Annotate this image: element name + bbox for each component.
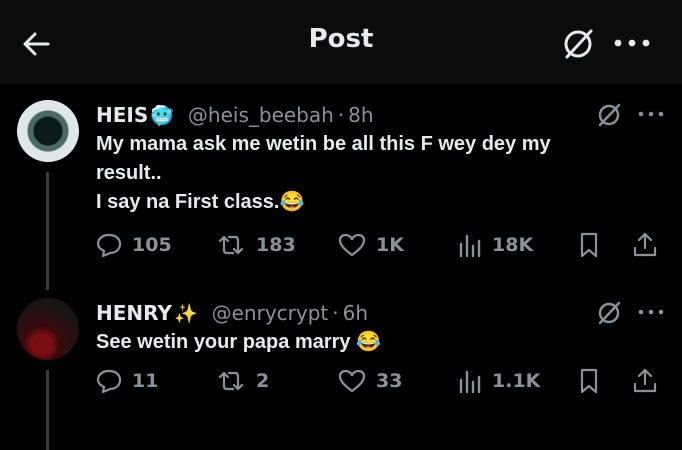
- handle[interactable]: @heis_beebah: [188, 103, 334, 127]
- tweet-text-line: My mama ask me wetin be all this F wey d…: [96, 133, 551, 155]
- views-icon: [459, 234, 481, 258]
- views-button[interactable]: 18K: [458, 229, 533, 261]
- separator: ·: [332, 301, 339, 325]
- share-button[interactable]: [632, 229, 668, 261]
- reply-button[interactable]: 105: [96, 229, 172, 261]
- tweet-actions: 105 183 1K 18K: [96, 229, 676, 261]
- top-bar: Post: [0, 0, 682, 84]
- repost-button[interactable]: 2: [216, 365, 269, 397]
- views-count: 1.1K: [492, 370, 541, 392]
- bookmark-icon: [580, 368, 598, 394]
- repost-button[interactable]: 183: [216, 229, 296, 261]
- views-icon: [459, 370, 481, 394]
- bookmark-button[interactable]: [578, 229, 610, 261]
- like-button[interactable]: 1K: [338, 229, 404, 261]
- tweet[interactable]: HENRY ✨ @enrycrypt · 6h See wetin your p…: [0, 294, 682, 450]
- heart-icon: [338, 233, 366, 257]
- avatar[interactable]: [17, 100, 79, 162]
- tweet-header: HENRY ✨ @enrycrypt · 6h: [96, 298, 368, 328]
- tweet-actions: 11 2 33 1.1K: [96, 365, 676, 397]
- like-count: 1K: [376, 234, 404, 256]
- tweet-text: See wetin your papa marry 😂: [96, 328, 656, 357]
- tweet-text: My mama ask me wetin be all this F wey d…: [96, 130, 656, 217]
- grok-icon[interactable]: [559, 25, 597, 63]
- separator: ·: [337, 103, 345, 127]
- more-options-icon[interactable]: [636, 106, 666, 122]
- grok-icon[interactable]: [594, 298, 624, 328]
- reply-icon: [96, 233, 122, 258]
- repost-count: 2: [256, 370, 270, 392]
- name-emoji: ✨: [173, 302, 198, 325]
- repost-icon: [218, 235, 244, 255]
- timestamp[interactable]: 6h: [343, 301, 368, 325]
- thread-line: [46, 172, 49, 290]
- thread-line: [46, 370, 49, 450]
- tweet-text-line: result..: [96, 162, 162, 184]
- grok-icon[interactable]: [594, 100, 624, 130]
- views-count: 18K: [492, 234, 534, 256]
- reply-count: 11: [132, 370, 159, 392]
- bookmark-icon: [580, 232, 598, 258]
- like-button[interactable]: 33: [338, 365, 402, 397]
- name-emoji: 🥶: [150, 104, 174, 127]
- heart-icon: [338, 369, 366, 393]
- display-name[interactable]: HENRY: [96, 301, 172, 325]
- repost-count: 183: [256, 234, 296, 256]
- display-name[interactable]: HEIS: [96, 103, 148, 127]
- more-options-icon[interactable]: [636, 304, 666, 320]
- views-button[interactable]: 1.1K: [458, 365, 540, 397]
- bookmark-button[interactable]: [578, 365, 610, 397]
- share-icon: [633, 232, 657, 257]
- tweet-text-line: See wetin your papa marry 😂: [96, 331, 381, 353]
- tweet-text-line: I say na First class.😂: [96, 191, 305, 213]
- repost-icon: [218, 371, 244, 391]
- reply-count: 105: [132, 234, 172, 256]
- more-options-icon[interactable]: [612, 33, 652, 53]
- handle[interactable]: @enrycrypt: [212, 301, 329, 325]
- like-count: 33: [376, 370, 403, 392]
- reply-button[interactable]: 11: [96, 365, 158, 397]
- reply-icon: [96, 369, 122, 394]
- timestamp[interactable]: 8h: [348, 103, 373, 127]
- share-button[interactable]: [632, 365, 668, 397]
- avatar[interactable]: [17, 298, 79, 360]
- tweet-header: HEIS 🥶 @heis_beebah · 8h: [96, 100, 374, 130]
- share-icon: [633, 368, 657, 393]
- tweet[interactable]: HEIS 🥶 @heis_beebah · 8h My mama ask me …: [0, 96, 682, 290]
